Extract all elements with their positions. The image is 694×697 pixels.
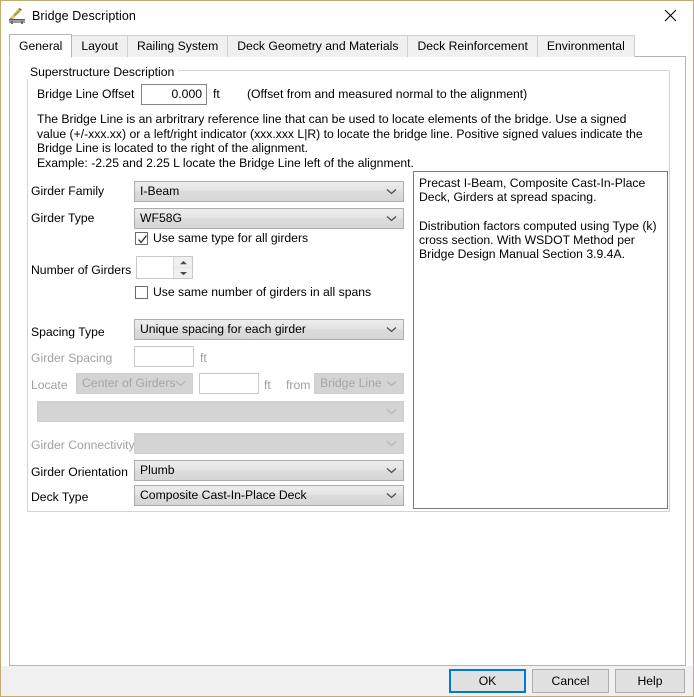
bridge-icon	[9, 8, 25, 24]
girder-connectivity-label: Girder Connectivity	[31, 438, 135, 452]
chevron-down-icon	[385, 402, 397, 421]
locate-from-value: Bridge Line	[320, 376, 382, 390]
window-title: Bridge Description	[32, 9, 136, 23]
chevron-down-icon	[385, 209, 397, 228]
ok-button[interactable]: OK	[449, 669, 526, 693]
number-of-girders-label: Number of Girders	[31, 263, 131, 277]
tab-general[interactable]: General	[9, 34, 72, 58]
deck-type-combobox[interactable]: Composite Cast-In-Place Deck	[134, 485, 404, 506]
girder-spacing-label: Girder Spacing	[31, 351, 112, 365]
locate-combobox[interactable]: Center of Girders	[76, 373, 193, 394]
bridge-description-dialog: Bridge Description General Layout Railin…	[0, 0, 694, 697]
deck-type-value: Composite Cast-In-Place Deck	[140, 488, 307, 502]
tab-label: Layout	[81, 39, 118, 53]
description-textbox[interactable]: Precast I-Beam, Composite Cast-In-Place …	[413, 171, 668, 509]
bridge-line-offset-label: Bridge Line Offset	[37, 87, 134, 101]
tab-label: Deck Geometry and Materials	[237, 39, 398, 53]
use-same-number-label: Use same number of girders in all spans	[153, 285, 371, 299]
girder-family-combobox[interactable]: I-Beam	[134, 181, 404, 202]
tab-label: General	[19, 39, 62, 53]
girder-spacing-unit: ft	[200, 351, 207, 365]
girder-orientation-value: Plumb	[140, 463, 175, 477]
tab-railing-system[interactable]: Railing System	[127, 35, 228, 57]
chevron-down-icon	[385, 434, 397, 453]
tab-environmental[interactable]: Environmental	[537, 35, 635, 57]
use-same-number-checkbox[interactable]: Use same number of girders in all spans	[135, 285, 371, 299]
cancel-button[interactable]: Cancel	[532, 669, 609, 693]
chevron-down-icon	[385, 320, 397, 339]
help-button[interactable]: Help	[615, 669, 685, 693]
tab-bar: General Layout Railing System Deck Geome…	[9, 34, 634, 57]
group-legend: Superstructure Description	[26, 65, 178, 79]
girder-orientation-label: Girder Orientation	[31, 465, 128, 479]
tab-label: Deck Reinforcement	[417, 39, 527, 53]
number-of-girders-input[interactable]	[137, 257, 173, 278]
use-same-type-label: Use same type for all girders	[153, 231, 308, 245]
chevron-down-icon	[385, 374, 397, 393]
locate-distance-unit: ft	[264, 378, 271, 392]
girder-family-value: I-Beam	[140, 184, 179, 198]
locate-label: Locate	[31, 378, 68, 392]
dialog-footer: OK Cancel Help	[1, 666, 693, 696]
number-of-girders-stepper[interactable]	[136, 256, 193, 279]
bridge-line-offset-hint: (Offset from and measured normal to the …	[247, 87, 527, 101]
chevron-down-icon	[385, 461, 397, 480]
tab-deck-reinforcement[interactable]: Deck Reinforcement	[407, 35, 537, 57]
tab-label: Railing System	[137, 39, 218, 53]
use-same-type-checkbox[interactable]: Use same type for all girders	[135, 231, 308, 245]
stepper-up-icon[interactable]	[174, 257, 192, 268]
girder-family-label: Girder Family	[31, 184, 104, 198]
tab-layout[interactable]: Layout	[71, 35, 128, 57]
locate-value: Center of Girders	[82, 376, 175, 390]
girder-type-label: Girder Type	[31, 211, 94, 225]
chevron-down-icon	[174, 374, 186, 393]
chevron-down-icon	[385, 486, 397, 505]
locate-distance-input[interactable]	[199, 373, 259, 394]
spacing-type-value: Unique spacing for each girder	[140, 322, 306, 336]
tab-deck-geometry-and-materials[interactable]: Deck Geometry and Materials	[227, 35, 408, 57]
bridge-line-offset-unit: ft	[213, 87, 220, 101]
title-bar: Bridge Description	[1, 1, 693, 30]
girder-connectivity-combobox[interactable]	[134, 433, 404, 454]
girder-type-combobox[interactable]: WF58G	[134, 208, 404, 229]
spacing-type-combobox[interactable]: Unique spacing for each girder	[134, 319, 404, 340]
checkbox-box	[135, 286, 148, 299]
stepper-buttons	[173, 257, 192, 278]
deck-type-label: Deck Type	[31, 490, 88, 504]
spacing-type-label: Spacing Type	[31, 325, 105, 339]
girder-type-value: WF58G	[140, 211, 182, 225]
girder-orientation-combobox[interactable]: Plumb	[134, 460, 404, 481]
girder-spacing-input[interactable]	[134, 346, 194, 367]
bridge-line-offset-input[interactable]: 0.000	[141, 84, 207, 105]
bridge-line-info-text: The Bridge Line is an arbritrary referen…	[37, 112, 652, 170]
chevron-down-icon	[385, 182, 397, 201]
stepper-down-icon[interactable]	[174, 268, 192, 278]
unlabeled-combobox[interactable]	[37, 401, 404, 422]
locate-from-combobox[interactable]: Bridge Line	[314, 373, 404, 394]
tab-label: Environmental	[547, 39, 625, 53]
checkbox-box	[135, 232, 148, 245]
close-icon[interactable]	[647, 1, 693, 30]
locate-from-label: from	[286, 378, 310, 392]
